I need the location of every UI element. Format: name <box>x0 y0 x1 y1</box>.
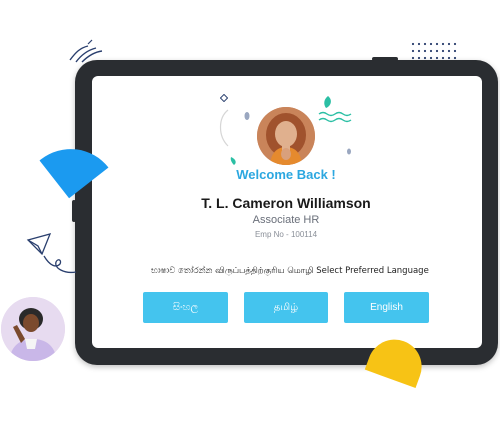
leaf-icon <box>324 96 331 108</box>
avatar <box>257 107 315 165</box>
dot-grid-icon <box>411 42 457 60</box>
user-role: Associate HR <box>252 214 320 226</box>
leaf-icon <box>230 157 236 165</box>
wave-icon <box>318 111 352 123</box>
welcome-message: Welcome Back ! <box>236 167 336 182</box>
language-prompt: භාෂාව තෝරන්න விருப்பத்திற்குரிய மொழி Sel… <box>151 266 429 276</box>
tablet-side-button <box>72 200 76 222</box>
arc-decoration <box>219 109 229 147</box>
employee-number: Emp No - 100114 <box>254 230 318 239</box>
paper-plane-icon <box>26 233 77 274</box>
leaf-icon <box>347 148 351 155</box>
english-language-button[interactable]: English <box>344 292 429 323</box>
illustration-person <box>1 297 65 361</box>
tamil-language-button[interactable]: தமிழ் <box>244 292 328 323</box>
sinhala-language-button[interactable]: සිංහල <box>143 292 228 323</box>
leaf-icon <box>244 112 250 120</box>
diamond-icon <box>220 94 228 102</box>
user-name: T. L. Cameron Williamson <box>201 195 371 211</box>
tablet-top-button <box>372 57 398 61</box>
